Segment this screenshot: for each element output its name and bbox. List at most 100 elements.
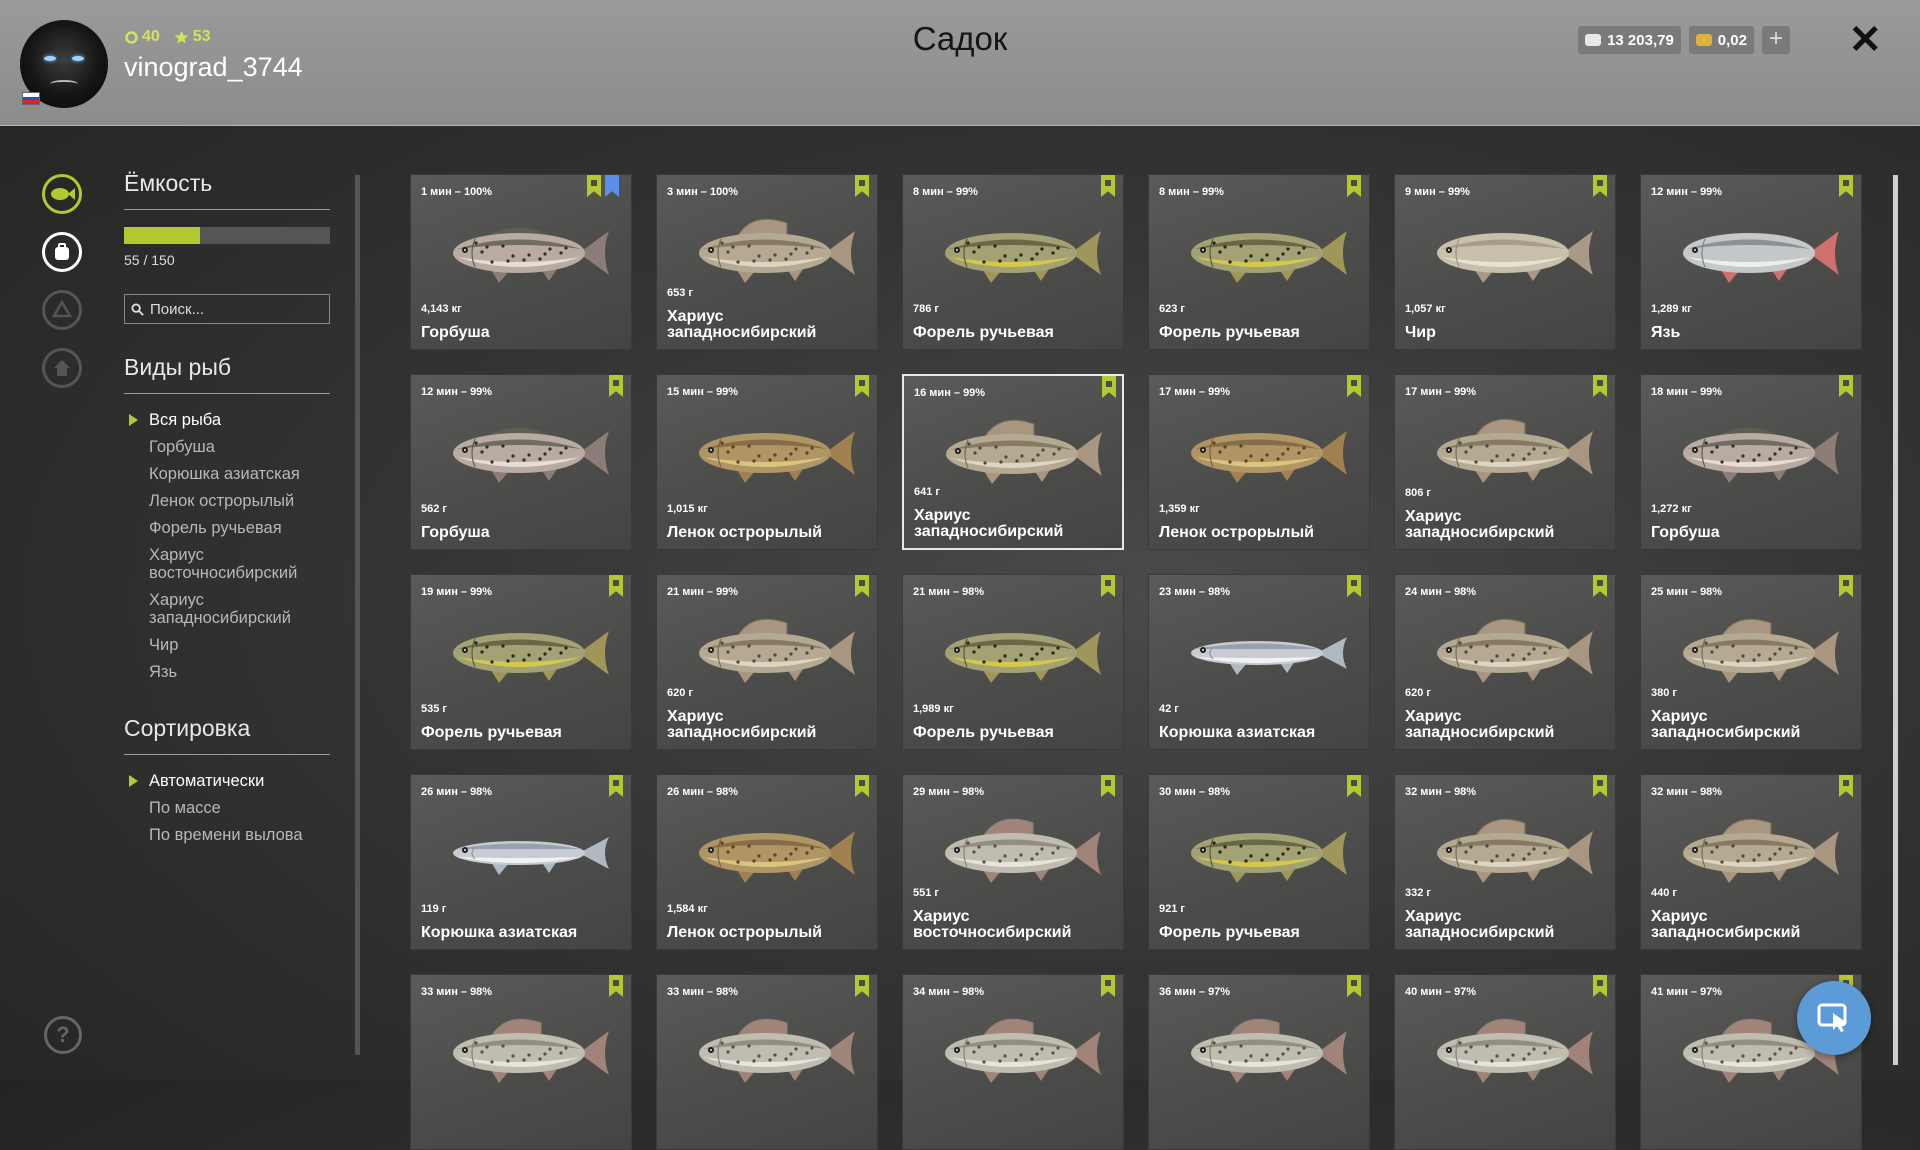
help-button[interactable]: ? [44, 1016, 82, 1054]
fish-card[interactable]: 21 мин – 99% 620 г Хариус западносибирский [656, 574, 878, 750]
species-item[interactable]: Чир [124, 631, 330, 658]
fish-card[interactable]: 40 мин – 97% [1394, 974, 1616, 1150]
fish-card[interactable]: 8 мин – 99% 623 г Форель ручьевая [1148, 174, 1370, 350]
fish-card[interactable]: 3 мин – 100% 653 г Хариус западносибирский [656, 174, 878, 350]
species-item[interactable]: Язь [124, 658, 330, 685]
fish-weight: 1,584 кг [667, 903, 708, 915]
bookmark-icon[interactable] [1347, 575, 1361, 597]
bookmark-icon[interactable] [855, 175, 869, 197]
species-item[interactable]: Хариус западносибирский [124, 586, 330, 631]
bookmark-icon[interactable] [1593, 775, 1607, 797]
fish-name: Хариус западносибирский [914, 507, 1064, 540]
fish-card[interactable]: 17 мин – 99% 806 г Хариус западносибирский [1394, 374, 1616, 550]
sorting-list: Автоматически По массе По времени вылова [124, 767, 330, 848]
fish-weight: 620 г [667, 687, 693, 699]
cursor-icon [1817, 1003, 1847, 1032]
fish-card[interactable]: 24 мин – 98% 620 г Хариус западносибирский [1394, 574, 1616, 750]
catch-time: 1 мин – 100% [421, 186, 493, 198]
bookmark-icon[interactable] [1839, 575, 1853, 597]
bookmark-icon[interactable] [1593, 975, 1607, 997]
fish-card[interactable]: 36 мин – 97% [1148, 974, 1370, 1150]
bookmark-icon[interactable] [1839, 175, 1853, 197]
bookmark-icon[interactable] [1101, 775, 1115, 797]
bookmark-icon[interactable] [587, 175, 601, 197]
bookmark-icon[interactable] [609, 575, 623, 597]
fish-weight: 440 г [1651, 887, 1677, 899]
bookmark-icon[interactable] [1102, 376, 1116, 398]
fish-card[interactable]: 33 мин – 98% [656, 974, 878, 1150]
fish-card[interactable]: 16 мин – 99% 641 г Хариус западносибирский [902, 374, 1124, 550]
bookmark-icon[interactable] [1347, 975, 1361, 997]
bookmark-icon[interactable] [609, 775, 623, 797]
fish-card[interactable]: 15 мин – 99% 1,015 кг Ленок острорылый [656, 374, 878, 550]
fish-image [1191, 1018, 1347, 1083]
grid-scrollbar[interactable] [1893, 175, 1898, 1065]
species-item[interactable]: Хариус восточносибирский [124, 541, 330, 586]
fish-keepnet-tab[interactable] [42, 174, 82, 214]
home-tab[interactable] [42, 348, 82, 388]
bookmark-icon[interactable] [1593, 575, 1607, 597]
bookmark-icon[interactable] [1593, 375, 1607, 397]
trophy-bookmark-icon[interactable] [605, 175, 619, 197]
bookmark-icon[interactable] [855, 375, 869, 397]
close-button[interactable]: ✕ [1848, 20, 1882, 60]
fish-card[interactable]: 12 мин – 99% 1,289 кг Язь [1640, 174, 1862, 350]
fish-card[interactable]: 17 мин – 99% 1,359 кг Ленок острорылый [1148, 374, 1370, 550]
bookmark-icon[interactable] [1347, 375, 1361, 397]
catch-time: 26 мин – 98% [667, 786, 739, 798]
bookmark-icon[interactable] [1839, 775, 1853, 797]
species-item[interactable]: Корюшка азиатская [124, 460, 330, 487]
bookmark-icon[interactable] [855, 775, 869, 797]
fish-card[interactable]: 32 мин – 98% 332 г Хариус западносибирский [1394, 774, 1616, 950]
bookmark-icon[interactable] [1101, 575, 1115, 597]
sort-option-item[interactable]: По массе [124, 794, 330, 821]
fish-card[interactable]: 32 мин – 98% 440 г Хариус западносибирский [1640, 774, 1862, 950]
catch-time: 25 мин – 98% [1651, 586, 1723, 598]
fish-card[interactable]: 8 мин – 99% 786 г Форель ручьевая [902, 174, 1124, 350]
search-input[interactable]: Поиск... [124, 294, 330, 324]
fish-card[interactable]: 18 мин – 99% 1,272 кг Горбуша [1640, 374, 1862, 550]
species-item[interactable]: Форель ручьевая [124, 514, 330, 541]
fish-card[interactable]: 29 мин – 98% 551 г Хариус восточносибирски… [902, 774, 1124, 950]
bookmark-icon[interactable] [1839, 375, 1853, 397]
bookmark-icon[interactable] [609, 375, 623, 397]
bookmark-icon[interactable] [855, 975, 869, 997]
fish-card[interactable]: 9 мин – 99% 1,057 кг Чир [1394, 174, 1616, 350]
catch-time: 41 мин – 97% [1651, 986, 1723, 998]
backpack-icon [55, 243, 69, 260]
fish-card[interactable]: 26 мин – 98% 119 г Корюшка азиатская [410, 774, 632, 950]
fish-card[interactable]: 23 мин – 98% 42 г Корюшка азиатская [1148, 574, 1370, 750]
sort-option-item[interactable]: Автоматически [124, 767, 330, 794]
fish-card[interactable]: 26 мин – 98% 1,584 кг Ленок острорылый [656, 774, 878, 950]
fish-card[interactable]: 34 мин – 98% [902, 974, 1124, 1150]
bookmark-icon[interactable] [609, 975, 623, 997]
fish-card[interactable]: 33 мин – 98% [410, 974, 632, 1150]
fish-card[interactable]: 21 мин – 98% 1,989 кг Форель ручьевая [902, 574, 1124, 750]
bookmark-icon[interactable] [1347, 175, 1361, 197]
bookmark-icon[interactable] [1101, 175, 1115, 197]
fish-card[interactable]: 1 мин – 100% 4,143 кг Горбуша [410, 174, 632, 350]
species-item[interactable]: Ленок острорылый [124, 487, 330, 514]
tackle-tab[interactable] [42, 290, 82, 330]
fish-card[interactable]: 12 мин – 99% 562 г Горбуша [410, 374, 632, 550]
sort-option-item[interactable]: По времени вылова [124, 821, 330, 848]
fish-card[interactable]: 30 мин – 98% 921 г Форель ручьевая [1148, 774, 1370, 950]
fish-weight: 562 г [421, 503, 447, 515]
bookmark-icon[interactable] [1101, 975, 1115, 997]
fish-name: Хариус западносибирский [1405, 708, 1555, 741]
cursor-mode-button[interactable] [1797, 981, 1871, 1055]
fish-card[interactable]: 25 мин – 98% 380 г Хариус западносибирский [1640, 574, 1862, 750]
bookmark-icon[interactable] [855, 575, 869, 597]
catch-time: 8 мин – 99% [1159, 186, 1224, 198]
species-item[interactable]: Вся рыба [124, 406, 330, 433]
add-money-button[interactable]: + [1762, 26, 1790, 54]
catch-time: 17 мин – 99% [1405, 386, 1477, 398]
bookmark-icon[interactable] [1347, 775, 1361, 797]
species-item[interactable]: Горбуша [124, 433, 330, 460]
catch-time: 36 мин – 97% [1159, 986, 1231, 998]
fish-card[interactable]: 19 мин – 99% 535 г Форель ручьевая [410, 574, 632, 750]
fish-image [1683, 618, 1839, 683]
bookmark-icon[interactable] [1593, 175, 1607, 197]
inventory-tab[interactable] [42, 232, 82, 272]
fish-image [946, 419, 1102, 484]
